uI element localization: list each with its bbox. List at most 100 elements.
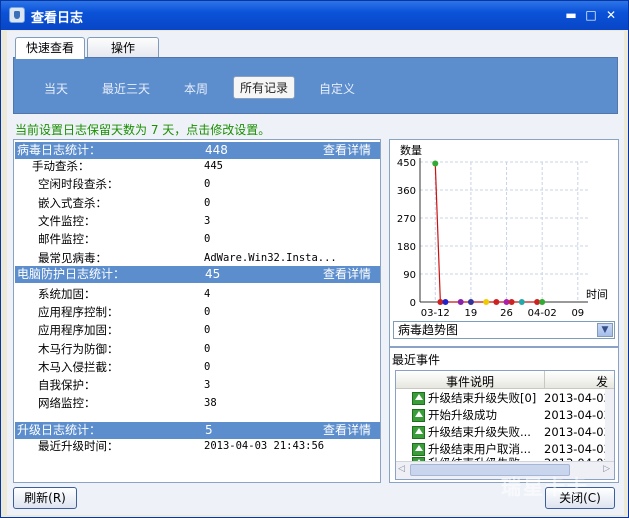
series-line xyxy=(434,163,543,303)
update-arrow-icon xyxy=(412,409,425,422)
x-tick-label: 09 xyxy=(571,308,584,319)
stat-label: 系统加固： xyxy=(38,287,96,301)
chevron-down-icon[interactable]: ▼ xyxy=(597,323,613,337)
stat-label: 应用程序加固： xyxy=(38,323,119,337)
protect-stats-label: 电脑防护日志统计： xyxy=(17,267,126,281)
events-vertical-scrollbar[interactable] xyxy=(605,389,614,461)
tab-operation[interactable]: 操作 xyxy=(87,37,159,59)
column-divider xyxy=(544,371,545,389)
scroll-left-icon[interactable]: ◁ xyxy=(398,464,405,474)
stat-label: 网络监控： xyxy=(38,396,96,410)
filter-all-records[interactable]: 所有记录 xyxy=(233,76,296,99)
protect-stats-total: 45 xyxy=(205,267,221,281)
data-point xyxy=(432,160,439,167)
stat-value: AdWare.Win32.Insta... xyxy=(204,252,337,264)
y-tick-label: 90 xyxy=(403,270,416,281)
chart-type-select[interactable]: 病毒趋势图 ▼ xyxy=(393,321,615,339)
column-description[interactable]: 事件说明 xyxy=(446,373,494,390)
stat-row: 网络监控： 38 xyxy=(14,394,380,412)
recent-events-title: 最近事件 xyxy=(392,353,441,367)
retention-notice[interactable]: 当前设置日志保留天数为 7 天，点击修改设置。 xyxy=(15,121,270,138)
main-content: 快速查看 操作 当天 最近三天 本周 所有记录 自定义 当前设置日志保留天数为 … xyxy=(7,31,624,515)
stat-row: 空闲时段查杀： 0 xyxy=(14,175,380,193)
refresh-button[interactable]: 刷新(R) xyxy=(13,487,77,509)
event-row[interactable]: 升级结束升级失败... 2013-04-03 xyxy=(396,424,611,441)
scroll-right-icon[interactable]: ▷ xyxy=(603,464,610,474)
stat-label: 最常见病毒： xyxy=(38,251,107,265)
tab-quick-view[interactable]: 快速查看 xyxy=(15,37,85,59)
y-tick-label: 180 xyxy=(397,242,416,253)
event-desc: 升级结束升级失败[0] xyxy=(428,391,537,405)
data-point xyxy=(493,299,500,305)
stat-label: 文件监控： xyxy=(38,214,96,228)
stat-value: 0 xyxy=(204,324,211,336)
data-point xyxy=(457,299,464,305)
event-time: 2013-04-03 xyxy=(544,391,611,405)
filter-custom[interactable]: 自定义 xyxy=(319,80,355,97)
title-bar[interactable]: 查看日志 ▬ □ ✕ xyxy=(1,1,628,30)
protect-details-link[interactable]: 查看详情 xyxy=(323,266,371,283)
stat-value: 3 xyxy=(204,215,211,227)
stat-row: 最近升级时间： 2013-04-03 21:43:56 xyxy=(14,437,380,455)
stat-value: 0 xyxy=(204,178,211,190)
data-point xyxy=(442,299,449,305)
watermark-logo: 瑞星卡卡 xyxy=(501,475,589,499)
data-point xyxy=(518,299,525,305)
stat-value: 3 xyxy=(204,379,211,391)
stat-label: 木马入侵拦截： xyxy=(38,360,119,374)
stat-value: 445 xyxy=(204,160,223,172)
stat-label: 手动查杀： xyxy=(32,159,90,173)
chart-type-value: 病毒趋势图 xyxy=(398,323,459,337)
data-point xyxy=(483,299,490,305)
stat-value: 2013-04-03 21:43:56 xyxy=(204,440,325,452)
event-time: 2013-04-03 xyxy=(544,425,611,439)
stat-value: 38 xyxy=(204,397,217,409)
recent-events-list[interactable]: 事件说明 发 升级结束升级失败[0] 2013-04-03 开始升级成功 2013-… xyxy=(395,370,615,480)
trend-chart-panel: 数量 450 360 270 180 90 0 03-12 19 26 04-02 09 时间 xyxy=(389,139,619,347)
recent-events-panel: 最近事件 事件说明 发 升级结束升级失败[0] 2013-04-03 开始升级成功… xyxy=(389,347,619,483)
x-tick-label: 03-12 xyxy=(421,308,450,319)
stat-row: 应用程序控制： 0 xyxy=(14,303,380,321)
stat-row: 木马行为防御： 0 xyxy=(14,340,380,358)
event-row[interactable]: 升级结束升级失败[0] 2013-04-03 xyxy=(396,390,611,407)
data-point xyxy=(467,299,474,305)
stat-row: 最常见病毒： AdWare.Win32.Insta... xyxy=(14,249,380,267)
update-arrow-icon xyxy=(412,426,425,439)
shield-icon xyxy=(9,7,25,23)
y-tick-label: 270 xyxy=(397,214,416,225)
stat-row: 系统加固： 4 xyxy=(14,285,380,303)
stat-label: 应用程序控制： xyxy=(38,305,119,319)
filter-bar: 当天 最近三天 本周 所有记录 自定义 xyxy=(13,57,618,114)
y-tick-label: 450 xyxy=(397,158,416,169)
stat-row: 文件监控： 3 xyxy=(14,212,380,230)
stat-value: 0 xyxy=(204,306,211,318)
trend-chart: 数量450 360 270 180 90 0 03-12 19 26 04-02 09时间 xyxy=(397,144,608,319)
x-tick-label: 04-02 xyxy=(528,308,557,319)
event-row[interactable]: 开始升级成功 2013-04-03 xyxy=(396,407,611,424)
log-viewer-window: 查看日志 ▬ □ ✕ 快速查看 操作 当天 最近三天 本周 所有记录 自定义 当… xyxy=(0,0,629,518)
stat-row: 嵌入式查杀： 0 xyxy=(14,194,380,212)
x-axis-label: 时间 xyxy=(586,288,608,301)
stat-label: 自我保护： xyxy=(38,378,96,392)
filter-last-three-days[interactable]: 最近三天 xyxy=(102,80,150,97)
stat-label: 嵌入式查杀： xyxy=(38,196,107,210)
minimize-button[interactable]: ▬ xyxy=(563,8,579,22)
stat-value: 0 xyxy=(204,197,211,209)
stats-panel: 病毒日志统计： 448 查看详情 手动查杀： 445 空闲时段查杀： 0 嵌入式查杀… xyxy=(13,139,381,483)
close-window-button[interactable]: ✕ xyxy=(603,8,619,22)
stat-label: 木马行为防御： xyxy=(38,342,119,356)
filter-this-week[interactable]: 本周 xyxy=(184,80,208,97)
data-point xyxy=(539,299,546,305)
stat-label: 最近升级时间： xyxy=(38,439,119,453)
stat-row: 自我保护： 3 xyxy=(14,376,380,394)
stat-row: 邮件监控： 0 xyxy=(14,230,380,248)
column-time[interactable]: 发 xyxy=(596,373,608,390)
events-table-header: 事件说明 发 xyxy=(396,371,614,389)
filter-today[interactable]: 当天 xyxy=(44,80,68,97)
stat-value: 0 xyxy=(204,233,211,245)
x-tick-label: 26 xyxy=(500,308,513,319)
stat-row: 木马入侵拦截： 0 xyxy=(14,358,380,376)
stat-value: 4 xyxy=(204,288,211,300)
maximize-button[interactable]: □ xyxy=(583,8,599,22)
stat-row: 手动查杀： 445 xyxy=(14,157,380,175)
